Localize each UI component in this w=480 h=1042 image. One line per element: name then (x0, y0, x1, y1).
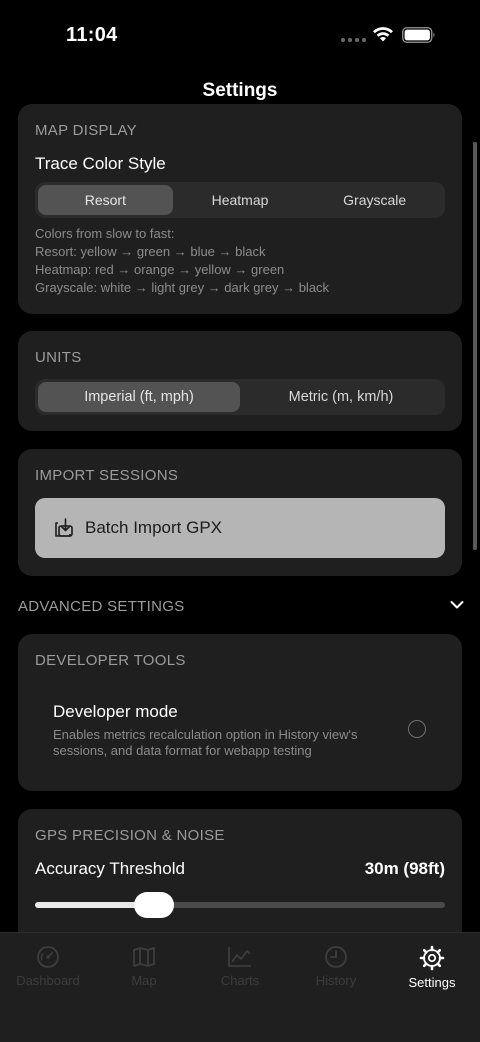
tab-label: Settings (408, 975, 456, 990)
section-header-gps-precision: GPS PRECISION & NOISE (35, 827, 225, 844)
tab-label: Dashboard (16, 973, 80, 988)
status-time: 11:04 (66, 24, 118, 46)
gear-icon (419, 945, 445, 971)
segment-metric[interactable]: Metric (m, km/h) (240, 382, 442, 412)
help-line: Colors from slow to fast: (35, 226, 175, 241)
segment-heatmap[interactable]: Heatmap (173, 185, 308, 215)
wifi-icon (373, 27, 393, 42)
battery-icon (402, 27, 435, 43)
tab-settings[interactable]: Settings (384, 945, 480, 990)
slider-thumb[interactable] (133, 892, 174, 918)
scrollbar[interactable] (473, 142, 477, 550)
batch-import-gpx-label: Batch Import GPX (85, 518, 222, 537)
tab-label: Map (131, 973, 157, 988)
developer-tools-card: DEVELOPER TOOLS Developer mode Enables m… (18, 634, 462, 791)
section-header-map-display: MAP DISPLAY (35, 122, 137, 139)
tab-dashboard[interactable]: Dashboard (0, 945, 96, 988)
help-line: Heatmap: red → orange → yellow → green (35, 262, 285, 277)
help-line: Resort: yellow → green → blue → black (35, 244, 266, 259)
accuracy-threshold-value: 30m (98ft) (364, 859, 445, 878)
chevron-down-icon (450, 601, 464, 609)
advanced-settings-label: ADVANCED SETTINGS (18, 598, 185, 615)
accuracy-threshold-label: Accuracy Threshold (35, 859, 185, 878)
section-header-import-sessions: IMPORT SESSIONS (35, 467, 179, 484)
map-icon (133, 947, 155, 967)
developer-mode-description: Enables metrics recalculation option in … (53, 727, 358, 758)
import-icon (55, 518, 73, 537)
trace-color-style-label: Trace Color Style (35, 154, 166, 173)
segment-imperial[interactable]: Imperial (ft, mph) (38, 382, 240, 412)
batch-import-gpx-button[interactable]: Batch Import GPX (35, 498, 445, 558)
import-sessions-card: IMPORT SESSIONS Batch Import GPX (18, 449, 462, 576)
trace-color-segmented-control: Resort Heatmap Grayscale (35, 182, 445, 218)
segment-grayscale[interactable]: Grayscale (307, 185, 442, 215)
segment-resort[interactable]: Resort (38, 185, 173, 215)
map-display-card: MAP DISPLAY Trace Color Style Resort Hea… (18, 104, 462, 314)
tab-history[interactable]: History (288, 945, 384, 988)
developer-mode-radio[interactable] (408, 720, 426, 738)
tab-label: Charts (220, 973, 260, 988)
clock-icon (325, 946, 347, 968)
units-segmented-control: Imperial (ft, mph) Metric (m, km/h) (35, 379, 445, 415)
page-title: Settings (202, 80, 278, 101)
status-bar: 11:04 (0, 0, 480, 70)
tab-charts[interactable]: Charts (192, 945, 288, 988)
settings-screen: 11:04 Settings MAP DISPLAY Trace Color S… (0, 0, 480, 1042)
help-line: Grayscale: white → light grey → dark gre… (35, 280, 330, 295)
gauge-icon (37, 946, 59, 968)
section-header-developer-tools: DEVELOPER TOOLS (35, 652, 186, 669)
accuracy-threshold-slider[interactable] (35, 892, 445, 918)
advanced-settings-toggle[interactable]: ADVANCED SETTINGS (18, 596, 468, 618)
developer-mode-title: Developer mode (53, 702, 178, 721)
tab-bar: Dashboard Map Charts History Settings (0, 932, 480, 1042)
section-header-units: UNITS (35, 349, 82, 366)
trace-color-help: Colors from slow to fast: Resort: yellow… (35, 225, 329, 297)
chart-icon (228, 947, 251, 967)
units-card: UNITS Imperial (ft, mph) Metric (m, km/h… (18, 331, 462, 431)
cellular-signal-icon (341, 38, 366, 42)
tab-map[interactable]: Map (96, 945, 192, 988)
tab-label: History (315, 973, 357, 988)
